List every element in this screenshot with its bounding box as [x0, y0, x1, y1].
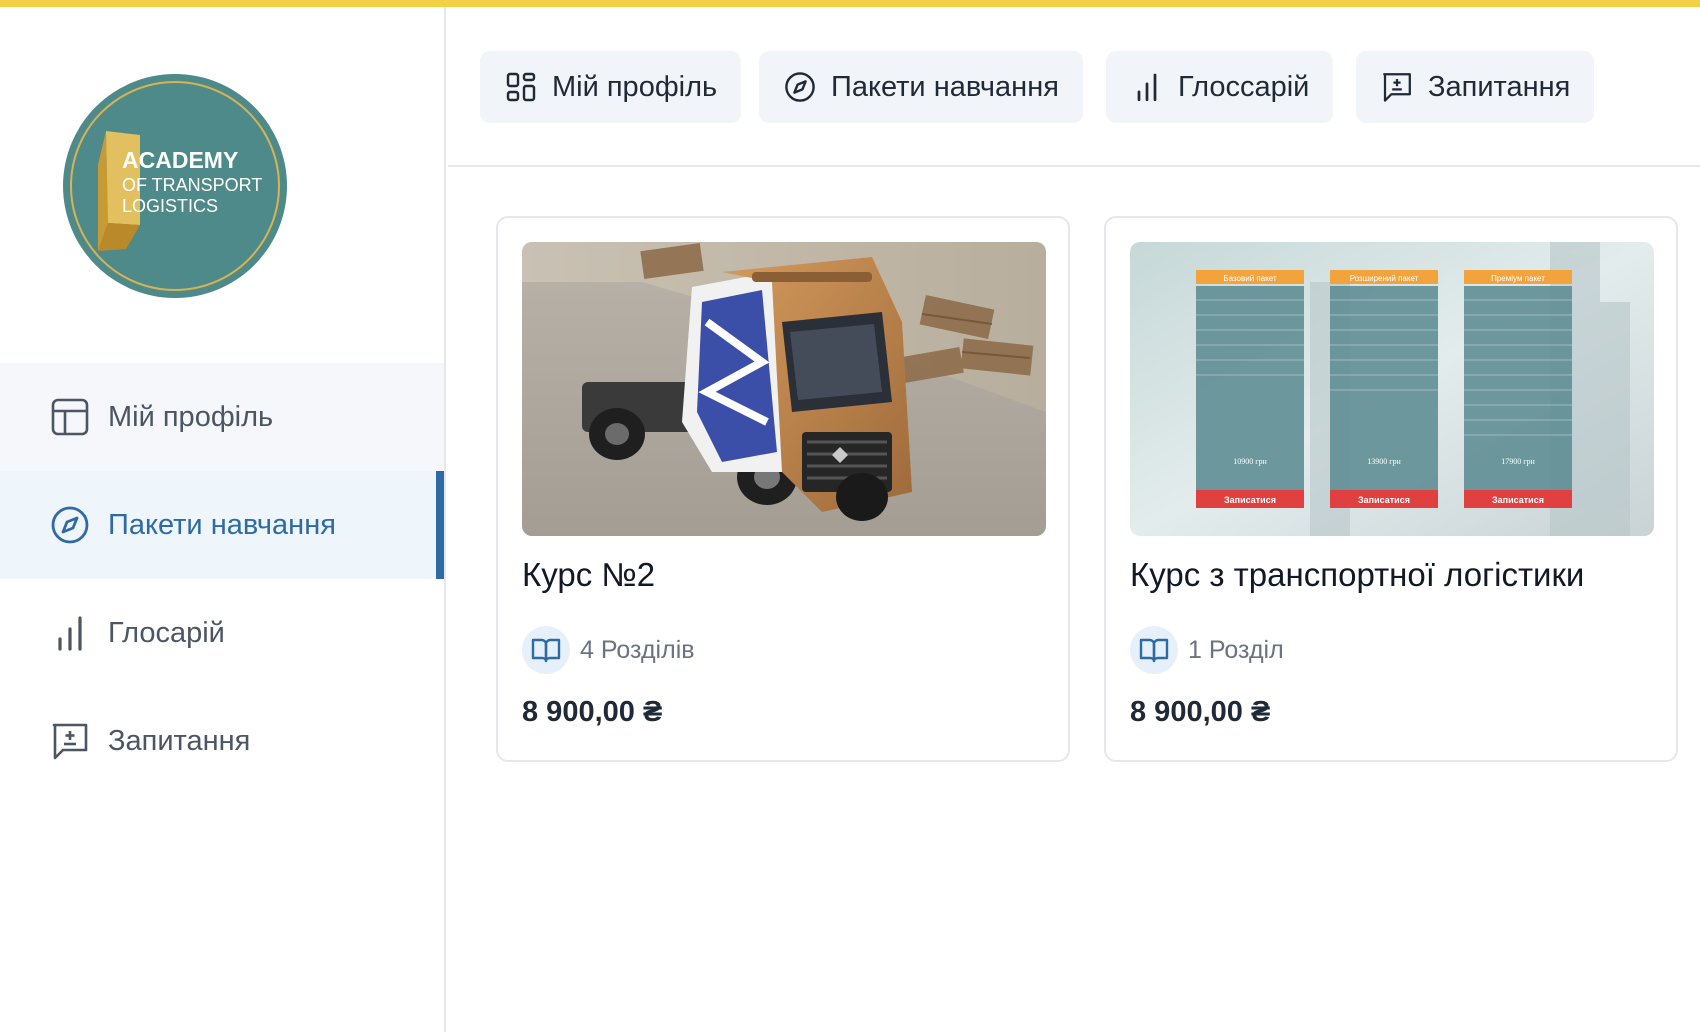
- svg-text:Записатися: Записатися: [1492, 495, 1544, 505]
- sidebar-item-label: Пакети навчання: [108, 508, 336, 541]
- layout-icon: [50, 397, 90, 437]
- svg-text:Записатися: Записатися: [1224, 495, 1276, 505]
- tab-my-profile[interactable]: Мій профіль: [480, 51, 742, 123]
- book-icon: [1130, 626, 1178, 674]
- sidebar: ACADEMY OF TRANSPORT LOGISTICS Мій профі…: [0, 7, 446, 1032]
- top-nav: Мій профіль Пакети навчання Глоссарій За…: [448, 7, 1700, 167]
- tab-label: Мій профіль: [552, 70, 718, 103]
- svg-text:OF TRANSPORT: OF TRANSPORT: [122, 175, 262, 195]
- svg-text:17900 грн: 17900 грн: [1501, 457, 1535, 466]
- course-image-truck[interactable]: [522, 242, 1046, 536]
- tab-label: Запитання: [1428, 70, 1571, 103]
- sidebar-item-label: Запитання: [108, 724, 251, 757]
- bar-chart-icon: [1130, 70, 1164, 104]
- sidebar-item-label: Мій профіль: [108, 400, 274, 433]
- tab-glossary[interactable]: Глоссарій: [1106, 51, 1334, 123]
- svg-text:Базовий пакет: Базовий пакет: [1223, 274, 1277, 283]
- tab-label: Пакети навчання: [831, 70, 1059, 103]
- academy-logo[interactable]: ACADEMY OF TRANSPORT LOGISTICS: [62, 73, 288, 299]
- tab-questions[interactable]: Запитання: [1356, 51, 1595, 123]
- svg-text:Записатися: Записатися: [1358, 495, 1410, 505]
- bar-chart-icon: [50, 613, 90, 653]
- message-plus-icon: [50, 721, 90, 761]
- course-card[interactable]: Базовий пакет Записатися 10900 грн Розши…: [1104, 216, 1678, 762]
- course-card[interactable]: Курс №2 4 Розділів 8 900,00 ₴: [496, 216, 1070, 762]
- book-icon: [522, 626, 570, 674]
- course-title[interactable]: Курс з транспортної логістики: [1130, 556, 1584, 594]
- top-accent-strip: [0, 0, 1700, 7]
- tab-label: Глоссарій: [1178, 70, 1310, 103]
- sidebar-nav: Мій профіль Пакети навчання Глосарій Зап…: [0, 363, 444, 795]
- svg-text:ACADEMY: ACADEMY: [122, 147, 238, 173]
- grid-icon: [504, 70, 538, 104]
- sidebar-item-my-profile[interactable]: Мій профіль: [0, 363, 444, 471]
- message-plus-icon: [1380, 70, 1414, 104]
- compass-icon: [783, 70, 817, 104]
- svg-text:Преміум пакет: Преміум пакет: [1491, 274, 1545, 283]
- course-sections: 4 Розділів: [522, 626, 695, 674]
- course-title[interactable]: Курс №2: [522, 556, 655, 594]
- course-sections: 1 Розділ: [1130, 626, 1284, 674]
- svg-text:13900 грн: 13900 грн: [1367, 457, 1401, 466]
- course-price: 8 900,00 ₴: [1130, 696, 1271, 728]
- svg-text:LOGISTICS: LOGISTICS: [122, 196, 218, 216]
- svg-text:10900 грн: 10900 грн: [1233, 457, 1267, 466]
- sidebar-item-questions[interactable]: Запитання: [0, 687, 444, 795]
- sidebar-item-label: Глосарій: [108, 616, 225, 649]
- sidebar-item-glossary[interactable]: Глосарій: [0, 579, 444, 687]
- course-image-pricing-plans[interactable]: Базовий пакет Записатися 10900 грн Розши…: [1130, 242, 1654, 536]
- sidebar-item-training-packages[interactable]: Пакети навчання: [0, 471, 444, 579]
- svg-text:Розширений пакет: Розширений пакет: [1350, 274, 1419, 283]
- tab-training-packages[interactable]: Пакети навчання: [759, 51, 1083, 123]
- course-price: 8 900,00 ₴: [522, 696, 663, 728]
- section-count: 1 Розділ: [1188, 635, 1284, 664]
- section-count: 4 Розділів: [580, 635, 695, 664]
- compass-icon: [50, 505, 90, 545]
